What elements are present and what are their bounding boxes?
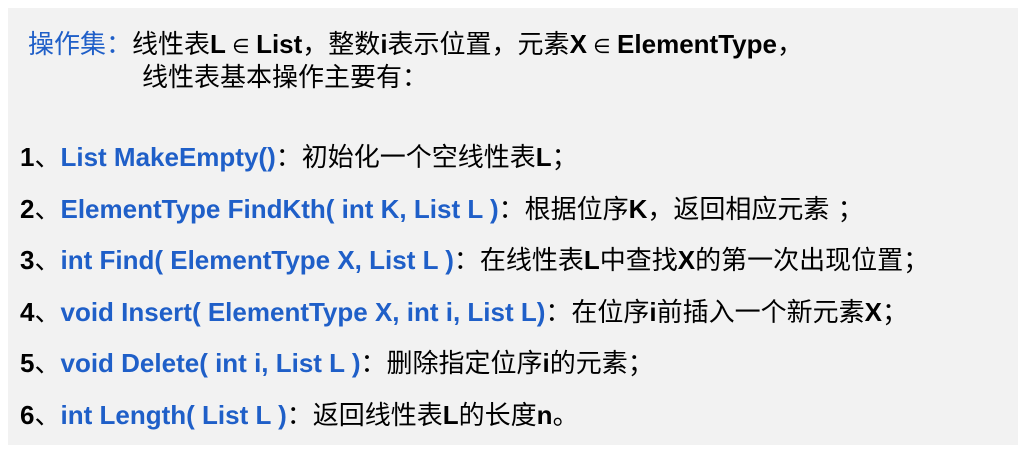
operation-number: 5 bbox=[20, 348, 35, 378]
operation-number: 1 bbox=[20, 142, 35, 172]
operation-separator: 、 bbox=[34, 143, 61, 173]
operation-set-subtitle: 线性表基本操作主要有： bbox=[142, 63, 429, 93]
operation-description: 的长度 bbox=[458, 401, 537, 431]
slide-panel: 操作集：线性表L ∈ List，整数i表示位置，元素X ∈ ElementTyp… bbox=[8, 8, 1018, 445]
operation-variable: X bbox=[864, 297, 883, 327]
operation-variable: L bbox=[535, 142, 552, 172]
operation-separator: 、 bbox=[34, 349, 61, 379]
operation-variable: i bbox=[649, 297, 657, 327]
operation-signature: void Insert( ElementType X, int i, List … bbox=[60, 297, 546, 327]
header-text-3: 表示位置，元素 bbox=[387, 30, 570, 60]
operation-description: 的第一次出现位置； bbox=[695, 246, 930, 276]
header-text-2: ，整数 bbox=[302, 30, 381, 60]
operation-item: 1、List MakeEmpty()：初始化一个空线性表L； bbox=[20, 141, 578, 174]
operation-variable: n bbox=[536, 400, 553, 430]
operation-number: 4 bbox=[20, 297, 35, 327]
operation-signature: ElementType FindKth( int K, List L ) bbox=[60, 194, 499, 224]
operation-separator: 、 bbox=[34, 401, 61, 431]
operation-variable: L bbox=[442, 400, 459, 430]
operation-separator: 、 bbox=[34, 298, 61, 328]
operation-description: ； bbox=[551, 143, 578, 173]
operation-variable: L bbox=[583, 245, 600, 275]
operation-set-header: 操作集：线性表L ∈ List，整数i表示位置，元素X ∈ ElementTyp… bbox=[28, 28, 803, 62]
operation-number: 6 bbox=[20, 400, 35, 430]
operation-description: ：在线性表 bbox=[453, 246, 584, 276]
element-of-symbol-2: ∈ bbox=[586, 34, 618, 58]
operation-item: 5、void Delete( int i, List L )：删除指定位序i的元… bbox=[20, 347, 654, 380]
operation-signature: void Delete( int i, List L ) bbox=[60, 348, 361, 378]
operation-item: 4、void Insert( ElementType X, int i, Lis… bbox=[20, 296, 908, 329]
header-text-4: ， bbox=[776, 30, 803, 60]
operation-description: ：在位序 bbox=[545, 298, 650, 328]
operation-item: 3、int Find( ElementType X, List L )：在线性表… bbox=[20, 244, 929, 277]
operation-description: 中查找 bbox=[599, 246, 678, 276]
operation-description: ：初始化一个空线性表 bbox=[275, 143, 536, 173]
operation-description: 前插入一个新元素 bbox=[656, 298, 865, 328]
operation-signature: List MakeEmpty() bbox=[60, 142, 276, 172]
operation-signature: int Find( ElementType X, List L ) bbox=[60, 245, 454, 275]
header-text-1: 线性表 bbox=[132, 30, 211, 60]
operation-description: ：根据位序 bbox=[498, 195, 629, 225]
header-var-l: L bbox=[210, 29, 226, 59]
operation-item: 6、int Length( List L )：返回线性表L的长度n。 bbox=[20, 399, 579, 432]
operation-description: ，返回相应元素 ； bbox=[647, 195, 864, 225]
operation-variable: X bbox=[677, 245, 696, 275]
header-var-i: i bbox=[380, 29, 388, 59]
header-type-list: List bbox=[256, 29, 303, 59]
operation-description: 。 bbox=[552, 401, 579, 431]
operation-description: ：删除指定位序 bbox=[360, 349, 543, 379]
operation-separator: 、 bbox=[34, 195, 61, 225]
operation-number: 2 bbox=[20, 194, 35, 224]
operation-set-label: 操作集： bbox=[28, 30, 133, 60]
element-of-symbol-1: ∈ bbox=[225, 34, 257, 58]
header-type-elementtype: ElementType bbox=[617, 29, 777, 59]
operation-description: ； bbox=[882, 298, 909, 328]
operation-item: 2、ElementType FindKth( int K, List L )：根… bbox=[20, 193, 864, 226]
operation-signature: int Length( List L ) bbox=[60, 400, 287, 430]
operation-description: 的元素； bbox=[549, 349, 654, 379]
operation-variable: K bbox=[628, 194, 648, 224]
header-var-x: X bbox=[569, 29, 587, 59]
operation-variable: i bbox=[542, 348, 550, 378]
operation-separator: 、 bbox=[34, 246, 61, 276]
operation-description: ：返回线性表 bbox=[286, 401, 443, 431]
operation-number: 3 bbox=[20, 245, 35, 275]
